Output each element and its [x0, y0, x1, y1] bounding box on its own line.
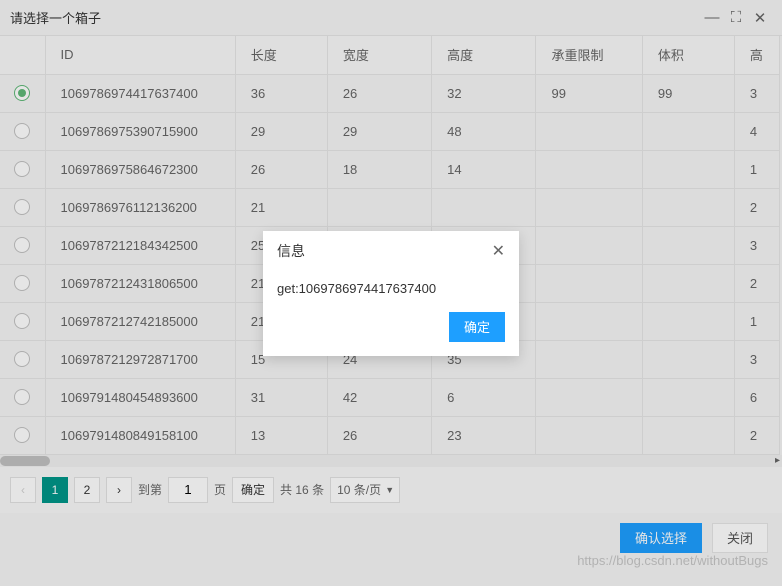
dialog-message: get:1069786974417637400 [263, 271, 519, 302]
info-dialog: 信息 ✕ get:1069786974417637400 确定 [263, 231, 519, 356]
dialog-title: 信息 [277, 241, 492, 261]
modal-overlay: 信息 ✕ get:1069786974417637400 确定 [0, 0, 782, 586]
dialog-ok-button[interactable]: 确定 [449, 312, 505, 342]
dialog-close-icon[interactable]: ✕ [492, 241, 505, 261]
